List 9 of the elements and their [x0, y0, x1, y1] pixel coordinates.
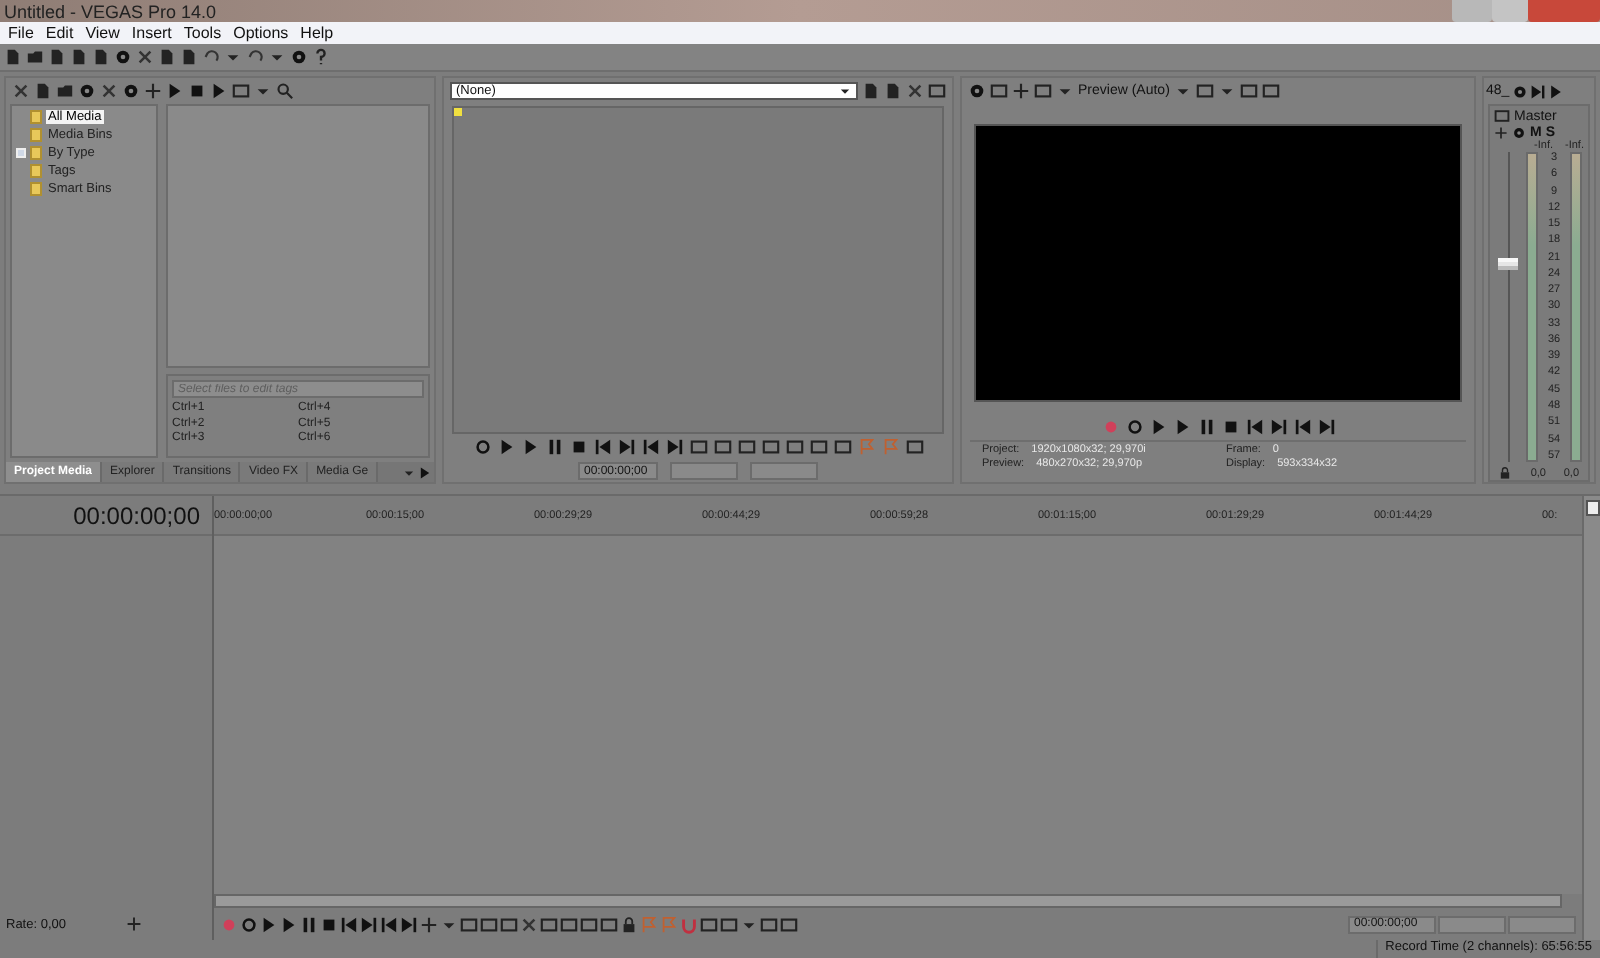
menu-item[interactable]: Edit	[39, 24, 80, 42]
menu-item[interactable]: Help	[294, 24, 340, 42]
menu-item[interactable]: Options	[227, 24, 295, 42]
menu-item[interactable]: Tools	[177, 24, 228, 42]
menu-item[interactable]: File	[2, 24, 40, 42]
window-title: Untitled - VEGAS Pro 14.0	[4, 1, 217, 21]
timecode: 00:00:00;00	[0, 496, 212, 536]
menu-item[interactable]: Insert	[125, 24, 178, 42]
menu-item[interactable]: View	[79, 24, 126, 42]
